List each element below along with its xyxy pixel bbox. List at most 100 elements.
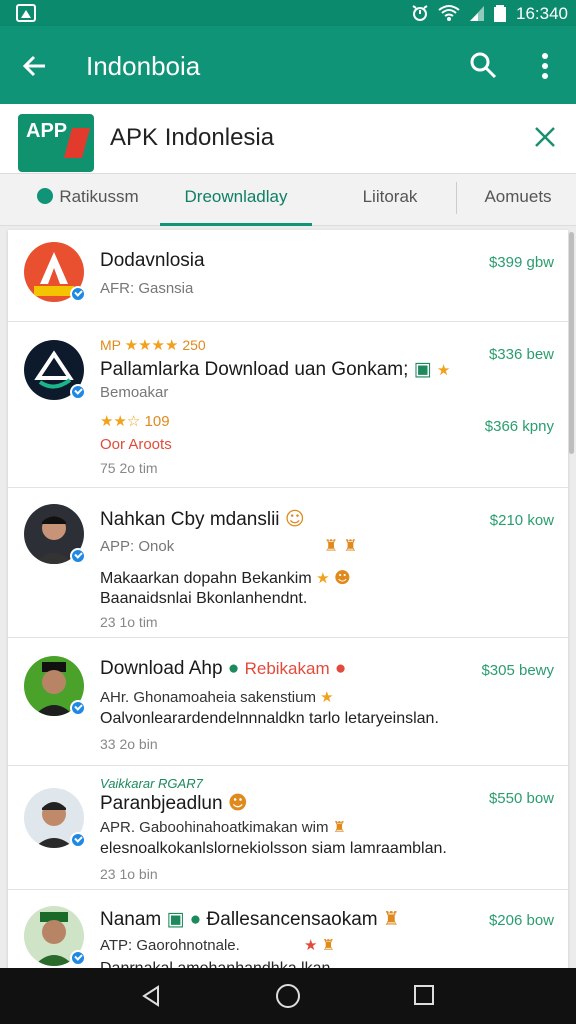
verified-icon [70, 832, 86, 848]
star-icon: ★ [320, 689, 334, 706]
item-price: $399 gbw [488, 254, 554, 271]
verified-icon [70, 950, 86, 966]
item-subtitle: APP: Onok [100, 538, 175, 555]
status-icons [410, 3, 506, 23]
trophy-icon: ♜ [332, 819, 347, 836]
item-time: 23 1o bin [100, 866, 158, 882]
item-price-secondary: $366 kpny [484, 418, 554, 435]
logo-accent [63, 128, 91, 158]
item-overline: Vaikkarar RGAR7 [100, 776, 203, 791]
nav-home-icon[interactable] [276, 984, 300, 1008]
item-body: Makaarkan dopahn Bekankim [100, 570, 312, 587]
star-rating-icon: ★★☆ [100, 413, 141, 430]
search-icon[interactable] [468, 50, 498, 80]
list-item[interactable]: Download Ahp ● Rebikakam ● AHr. Ghonamoa… [8, 638, 568, 766]
scrollbar[interactable] [569, 232, 574, 454]
item-title: Nahkan Cby mdanslii [100, 509, 280, 530]
item-title: Download Ahp [100, 658, 223, 679]
item-title-row: Paranbjeadlun ☻ [100, 792, 248, 815]
top-app-bar: Indonboia [0, 26, 576, 104]
item-price: $305 bewy [481, 662, 554, 679]
star-rating-icon: ★★★★ [124, 337, 179, 354]
avatar [24, 242, 86, 302]
item-price: $206 bow [488, 912, 554, 929]
tab-label: Aomuets [484, 187, 552, 206]
check-circle-icon: ● [189, 909, 202, 930]
app-title: APK Indonlesia [110, 124, 275, 151]
list-item[interactable]: MP ★★★★ 250 Pallamlarka Download uan Gon… [8, 322, 568, 488]
status-time: 16:340 [516, 4, 568, 23]
active-tab-indicator [160, 223, 312, 226]
trophy-icon: ♜ [321, 937, 336, 954]
check-circle-icon: ● [227, 658, 240, 679]
item-tag: Ðallesancensaokam [206, 909, 378, 930]
nav-back-icon[interactable] [140, 984, 164, 1008]
face-icon: ☻ [227, 792, 248, 814]
item-body-row: Makaarkan dopahn Bekankim ★ ☻ [100, 568, 351, 588]
tab-divider [456, 182, 457, 214]
toolbar-title: Indonboia [86, 51, 201, 81]
item-body: elesnoalkokanlslornekiolsson siam lamraa… [100, 840, 447, 857]
app-list[interactable]: Dodavnlosia AFR: Gasnsia $399 gbw MP ★★★… [8, 230, 568, 970]
globe-icon [37, 188, 54, 204]
item-rating: ★★☆ 109 [100, 412, 170, 430]
item-title-row: Nanam ▣ ● Ðallesancensaokam ♜ [100, 908, 400, 931]
chat-icon: ▣ [166, 909, 185, 930]
item-title-row: Pallamlarka Download uan Gonkam; ▣ ★ [100, 358, 450, 381]
back-arrow-icon[interactable] [20, 51, 50, 81]
avatar [24, 906, 86, 966]
close-icon[interactable] [530, 122, 560, 152]
list-item[interactable]: Vaikkarar RGAR7 Paranbjeadlun ☻ APR. Gab… [8, 766, 568, 890]
app-logo: APP [18, 114, 94, 172]
item-time: 33 2o bin [100, 736, 158, 752]
item-tag: Rebikakam [244, 659, 330, 678]
signal-icon [470, 6, 484, 21]
item-price: $550 bow [488, 790, 554, 807]
avatar [24, 788, 86, 848]
item-time: 75 2o tim [100, 460, 158, 476]
verified-icon [70, 548, 86, 564]
tab-aomuets[interactable]: Aomuets [464, 174, 572, 226]
list-item[interactable]: Nanam ▣ ● Ðallesancensaokam ♜ ATP: Gaoro… [8, 890, 568, 970]
flame-icon: ● [334, 658, 347, 679]
item-subtitle-row: APR. Gaboohinahoatkimakan wim ♜ [100, 818, 346, 836]
list-item[interactable]: Nahkan Cby mdanslii ☺ APP: Onok ♜ ♜ Maka… [8, 488, 568, 638]
tab-ratikussm[interactable]: Ratikussm [28, 174, 148, 226]
star-icon: ★ [303, 937, 318, 954]
list-item[interactable]: Dodavnlosia AFR: Gasnsia $399 gbw [8, 230, 568, 322]
nav-recents-icon[interactable] [414, 985, 434, 1005]
smile-icon: ☺ [284, 508, 305, 530]
item-subtitle-row: AHr. Ghonamoaheia sakenstium ★ [100, 688, 334, 706]
tab-liitorak[interactable]: Liitorak [330, 174, 450, 226]
status-bar: 16:340 [0, 0, 576, 26]
item-title: Dodavnlosia [100, 250, 205, 271]
item-subtitle: Bemoakar [100, 384, 169, 401]
app-logo-text: APP [26, 120, 68, 142]
tab-dreownladlay[interactable]: Dreownladlay [160, 174, 312, 226]
item-body: Oor Aroots [100, 436, 172, 453]
item-body: Oalvonlearardendelnnnaldkn tarlo letarye… [100, 710, 439, 727]
tab-label: Ratikussm [59, 187, 139, 206]
item-subtitle: AHr. Ghonamoaheia sakenstium [100, 689, 316, 706]
item-price: $210 kow [489, 512, 554, 529]
item-title: Nanam [100, 909, 162, 930]
item-title: Paranbjeadlun [100, 793, 223, 814]
chat-icon: ▣ [413, 358, 432, 380]
item-subtitle: AFR: Gasnsia [100, 280, 194, 297]
item-subtitle: APR. Gaboohinahoatkimakan wim [100, 819, 329, 836]
item-title-row: Download Ahp ● Rebikakam ● [100, 658, 346, 680]
app-header: APP APK Indonlesia [0, 104, 576, 174]
alarm-icon [412, 5, 428, 21]
rating-count: 109 [144, 413, 170, 430]
item-subtitle-row: ATP: Gaorohnotnale. ★ ♜ [100, 936, 335, 954]
avatar [24, 504, 86, 564]
avatar [24, 656, 86, 716]
item-title: Pallamlarka Download uan Gonkam; [100, 359, 409, 380]
verified-icon [70, 700, 86, 716]
tab-label: Liitorak [362, 187, 418, 206]
avatar [24, 340, 86, 400]
face-icon: ☻ [334, 568, 351, 587]
item-title-row: Nahkan Cby mdanslii ☺ [100, 508, 305, 531]
more-vert-icon[interactable] [534, 50, 556, 82]
gift-icon: ♜ [382, 909, 400, 930]
